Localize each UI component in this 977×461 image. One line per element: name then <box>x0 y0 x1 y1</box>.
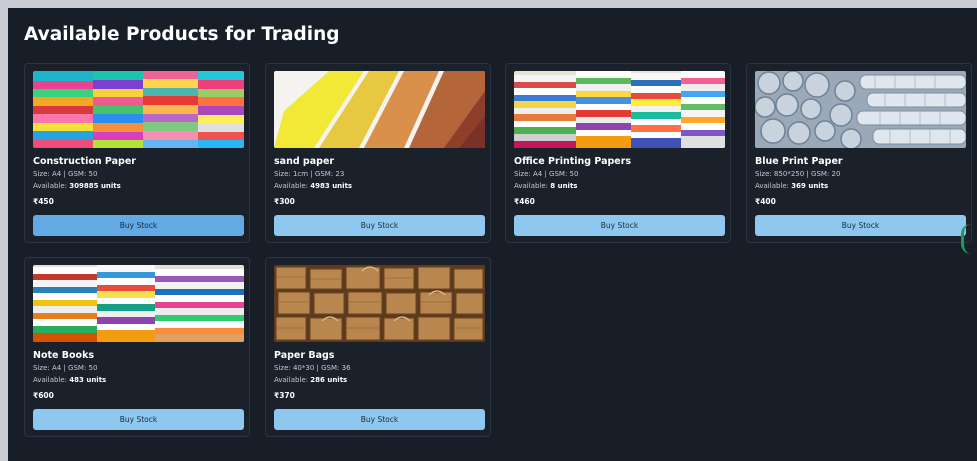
product-name: Construction Paper <box>33 156 136 167</box>
page-title: Available Products for Trading <box>24 24 340 45</box>
product-specs: Size: A4 | GSM: 50 <box>514 170 579 178</box>
product-specs: Size: A4 | GSM: 50 <box>33 170 98 178</box>
available-value: 286 units <box>310 376 348 384</box>
gsm-label: GSM: <box>811 170 830 178</box>
size-value: 1cm <box>292 170 309 178</box>
buy-stock-button[interactable]: Buy Stock <box>755 215 966 236</box>
available-value: 369 units <box>791 182 829 190</box>
size-label: Size: <box>33 364 50 372</box>
available-label: Available: <box>33 182 68 190</box>
gsm-value: 50 <box>88 364 98 372</box>
size-value: A4 <box>51 170 62 178</box>
products-panel: Available Products for Trading Construct… <box>8 8 977 461</box>
product-image <box>274 71 485 148</box>
available-label: Available: <box>514 182 549 190</box>
product-card: Blue Print Paper Size: 850*250 | GSM: 20… <box>746 63 972 243</box>
buy-stock-button[interactable]: Buy Stock <box>514 215 725 236</box>
product-availability: Available: 369 units <box>755 182 828 190</box>
edge-indicator <box>961 224 977 254</box>
product-image <box>755 71 966 148</box>
available-value: 4983 units <box>310 182 353 190</box>
available-value: 309885 units <box>69 182 121 190</box>
product-name: Blue Print Paper <box>755 156 843 167</box>
available-value: 483 units <box>69 376 107 384</box>
gsm-value: 50 <box>569 170 579 178</box>
blueprint-paper-image <box>755 71 966 148</box>
gsm-value: 36 <box>341 364 351 372</box>
gsm-label: GSM: <box>321 364 340 372</box>
product-card: Note Books Size: A4 | GSM: 50 Available:… <box>24 257 250 437</box>
product-price: ₹370 <box>274 391 295 400</box>
product-image <box>33 265 244 342</box>
product-price: ₹450 <box>33 197 54 206</box>
size-value: 40*30 <box>292 364 315 372</box>
product-name: Note Books <box>33 350 95 361</box>
gsm-value: 20 <box>831 170 841 178</box>
product-price: ₹600 <box>33 391 54 400</box>
available-label: Available: <box>33 376 68 384</box>
size-value: A4 <box>51 364 62 372</box>
product-price: ₹300 <box>274 197 295 206</box>
product-availability: Available: 4983 units <box>274 182 352 190</box>
gsm-value: 50 <box>88 170 98 178</box>
product-name: Office Printing Papers <box>514 156 632 167</box>
product-specs: Size: A4 | GSM: 50 <box>33 364 98 372</box>
size-value: 850*250 <box>773 170 805 178</box>
product-image <box>33 71 244 148</box>
product-availability: Available: 483 units <box>33 376 106 384</box>
sand-paper-image <box>274 71 485 148</box>
gsm-label: GSM: <box>68 364 87 372</box>
size-label: Size: <box>274 364 291 372</box>
product-image <box>274 265 485 342</box>
gsm-label: GSM: <box>314 170 334 178</box>
buy-stock-button[interactable]: Buy Stock <box>33 215 244 236</box>
notebooks-image <box>33 265 244 342</box>
product-price: ₹400 <box>755 197 776 206</box>
product-image <box>514 71 725 148</box>
size-label: Size: <box>514 170 531 178</box>
gsm-value: 23 <box>335 170 345 178</box>
buy-stock-button[interactable]: Buy Stock <box>33 409 244 430</box>
product-price: ₹460 <box>514 197 535 206</box>
available-label: Available: <box>274 376 309 384</box>
product-card: sand paper Size: 1cm | GSM: 23 Available… <box>265 63 491 243</box>
available-label: Available: <box>755 182 790 190</box>
product-specs: Size: 40*30 | GSM: 36 <box>274 364 351 372</box>
product-availability: Available: 286 units <box>274 376 347 384</box>
product-specs: Size: 850*250 | GSM: 20 <box>755 170 841 178</box>
product-name: Paper Bags <box>274 350 335 361</box>
construction-paper-image <box>33 71 244 148</box>
size-value: A4 <box>532 170 543 178</box>
buy-stock-button[interactable]: Buy Stock <box>274 409 485 430</box>
gsm-label: GSM: <box>549 170 568 178</box>
product-card: Paper Bags Size: 40*30 | GSM: 36 Availab… <box>265 257 491 437</box>
gsm-label: GSM: <box>68 170 87 178</box>
available-value: 8 units <box>550 182 578 190</box>
product-specs: Size: 1cm | GSM: 23 <box>274 170 345 178</box>
buy-stock-button[interactable]: Buy Stock <box>274 215 485 236</box>
product-card: Construction Paper Size: A4 | GSM: 50 Av… <box>24 63 250 243</box>
paper-bags-image <box>274 265 485 342</box>
product-availability: Available: 8 units <box>514 182 577 190</box>
size-label: Size: <box>33 170 50 178</box>
product-availability: Available: 309885 units <box>33 182 121 190</box>
size-label: Size: <box>274 170 291 178</box>
size-label: Size: <box>755 170 772 178</box>
product-name: sand paper <box>274 156 335 167</box>
office-paper-image <box>514 71 725 148</box>
product-card: Office Printing Papers Size: A4 | GSM: 5… <box>505 63 731 243</box>
available-label: Available: <box>274 182 309 190</box>
